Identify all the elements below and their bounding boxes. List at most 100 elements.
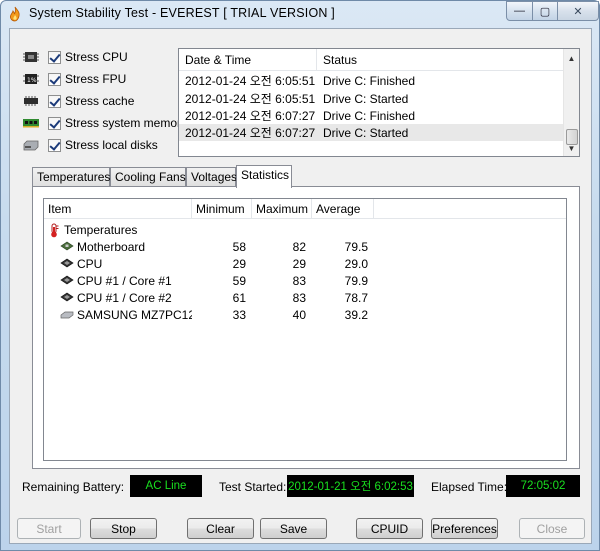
log-row[interactable]: 2012-01-24 오전 6:05:51 Drive C: Finished — [179, 72, 565, 89]
group-row-temperatures[interactable]: Temperatures — [44, 222, 137, 239]
stress-cache-option[interactable]: Stress cache — [22, 91, 134, 111]
row-min: 61 — [232, 291, 246, 305]
stop-button[interactable]: Stop — [90, 518, 157, 539]
cpuid-button[interactable]: CPUID — [356, 518, 423, 539]
event-log-list[interactable]: Date & Time Status 2012-01-24 오전 6:05:51… — [178, 48, 580, 157]
cpu-core-icon — [60, 275, 74, 285]
svg-text:1%: 1% — [27, 77, 37, 84]
row-avg: 79.9 — [344, 274, 368, 288]
motherboard-icon — [60, 241, 74, 251]
row-avg: 39.2 — [344, 308, 368, 322]
log-time: 2012-01-24 오전 6:05:51 — [185, 74, 316, 88]
title-bar[interactable]: System Stability Test - EVEREST [ TRIAL … — [1, 1, 599, 27]
column-average[interactable]: Average — [312, 199, 374, 219]
row-item: CPU #1 / Core #2 — [77, 291, 172, 305]
stress-cpu-checkbox[interactable] — [48, 50, 61, 64]
table-row[interactable]: CPU #1 / Core #2 61 83 78.7 — [44, 290, 374, 307]
stress-memory-option[interactable]: Stress system memory — [22, 113, 187, 133]
maximize-icon: ▢ — [539, 5, 551, 18]
close-window-button[interactable]: ✕ — [557, 1, 599, 21]
log-scrollbar[interactable]: ▲ ▼ — [563, 49, 579, 156]
log-row[interactable]: 2012-01-24 오전 6:05:51 Drive C: Started — [179, 90, 565, 107]
stress-fpu-label: Stress FPU — [65, 72, 127, 86]
stress-fpu-checkbox[interactable] — [48, 72, 61, 86]
scroll-down-icon[interactable]: ▼ — [564, 140, 579, 156]
table-row[interactable]: CPU 29 29 29.0 — [44, 256, 374, 273]
clear-button[interactable]: Clear — [187, 518, 254, 539]
save-button[interactable]: Save — [260, 518, 327, 539]
test-started-label: Test Started: — [219, 480, 287, 494]
row-avg: 79.5 — [344, 240, 368, 254]
battery-label: Remaining Battery: — [22, 480, 125, 494]
stress-disks-checkbox[interactable] — [48, 138, 61, 152]
battery-display: AC Line — [130, 475, 202, 497]
table-row[interactable]: CPU #1 / Core #1 59 83 79.9 — [44, 273, 374, 290]
column-spacer — [374, 199, 566, 219]
main-window: System Stability Test - EVEREST [ TRIAL … — [0, 0, 600, 551]
log-time: 2012-01-24 오전 6:05:51 — [185, 92, 316, 106]
dialog-body: Stress CPU 1% Stress FPU Stress cache St… — [9, 28, 592, 544]
column-minimum[interactable]: Minimum — [192, 199, 252, 219]
log-status: Drive C: Started — [323, 125, 409, 140]
cpu-icon — [60, 258, 74, 268]
log-time: 2012-01-24 오전 6:07:27 — [185, 126, 316, 140]
thermometer-icon — [51, 223, 59, 238]
row-avg: 78.7 — [344, 291, 368, 305]
log-status: Drive C: Finished — [323, 108, 416, 123]
cpu-chip-icon — [23, 52, 39, 62]
row-item: CPU #1 / Core #1 — [77, 274, 172, 288]
row-avg: 29.0 — [344, 257, 368, 271]
stress-disks-label: Stress local disks — [65, 138, 158, 152]
stress-memory-checkbox[interactable] — [48, 116, 61, 130]
row-max: 83 — [292, 274, 306, 288]
window-title: System Stability Test - EVEREST [ TRIAL … — [29, 6, 335, 20]
stress-memory-label: Stress system memory — [65, 116, 188, 130]
stress-fpu-option[interactable]: 1% Stress FPU — [22, 69, 126, 89]
statistics-header: Item Minimum Maximum Average — [44, 199, 566, 219]
stress-cache-label: Stress cache — [65, 94, 135, 108]
tab-voltages[interactable]: Voltages — [186, 167, 237, 187]
statistics-table[interactable]: Item Minimum Maximum Average Temperature… — [43, 198, 567, 461]
column-item[interactable]: Item — [44, 199, 192, 219]
log-column-status[interactable]: Status — [317, 49, 565, 70]
log-time: 2012-01-24 오전 6:07:27 — [185, 109, 316, 123]
cpu-core-icon — [60, 292, 74, 302]
table-row[interactable]: SAMSUNG MZ7PC12... 33 40 39.2 — [44, 307, 374, 324]
memory-module-icon — [23, 119, 39, 128]
tab-statistics[interactable]: Statistics — [236, 165, 292, 188]
row-min: 58 — [232, 240, 246, 254]
row-max: 82 — [292, 240, 306, 254]
flame-app-icon — [10, 6, 20, 22]
statistics-panel: Item Minimum Maximum Average Temperature… — [32, 186, 580, 469]
preferences-button[interactable]: Preferences — [431, 518, 498, 539]
fpu-chip-icon: 1% — [23, 74, 39, 84]
hard-disk-icon — [23, 140, 39, 151]
log-column-datetime[interactable]: Date & Time — [179, 49, 317, 70]
start-button[interactable]: Start — [17, 518, 81, 539]
column-maximum[interactable]: Maximum — [252, 199, 312, 219]
log-status: Drive C: Finished — [323, 73, 416, 88]
scroll-up-icon[interactable]: ▲ — [564, 50, 579, 66]
table-row[interactable]: Motherboard 58 82 79.5 — [44, 239, 374, 256]
stress-cache-checkbox[interactable] — [48, 94, 61, 108]
row-max: 29 — [292, 257, 306, 271]
elapsed-time-label: Elapsed Time: — [431, 480, 508, 494]
test-started-display: 2012-01-21 오전 6:02:53 — [287, 475, 414, 497]
row-max: 40 — [292, 308, 306, 322]
stress-cpu-label: Stress CPU — [65, 50, 128, 64]
minimize-icon: — — [514, 5, 525, 17]
maximize-button[interactable]: ▢ — [532, 1, 558, 21]
log-row[interactable]: 2012-01-24 오전 6:07:27 Drive C: Finished — [179, 107, 565, 124]
stress-disks-option[interactable]: Stress local disks — [22, 135, 158, 155]
minimize-button[interactable]: — — [506, 1, 533, 21]
close-button[interactable]: Close — [519, 518, 585, 539]
disk-drive-icon — [60, 311, 74, 319]
row-min: 33 — [232, 308, 246, 322]
row-item: CPU — [77, 257, 103, 271]
cache-chip-icon — [24, 96, 38, 106]
tab-temperatures[interactable]: Temperatures — [32, 167, 110, 187]
row-item: Motherboard — [77, 240, 146, 254]
tab-cooling-fans[interactable]: Cooling Fans — [110, 167, 186, 187]
log-row-selected[interactable]: 2012-01-24 오전 6:07:27 Drive C: Started — [179, 124, 565, 141]
stress-cpu-option[interactable]: Stress CPU — [22, 47, 128, 67]
